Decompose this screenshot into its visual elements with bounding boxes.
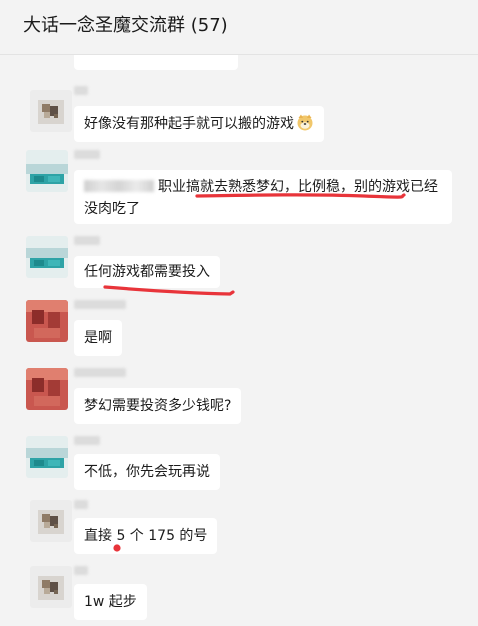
message-text: 1w 起步 [84, 594, 137, 610]
nickname-blurred [74, 236, 100, 245]
message-text: 直接 5 个 175 的号 [84, 528, 208, 544]
group-title: 大话一念圣魔交流群 (57) [23, 15, 228, 36]
chat-header: 大话一念圣魔交流群 (57) [0, 0, 478, 55]
avatar-user-b[interactable] [26, 436, 68, 478]
message-bubble[interactable]: 梦幻需要投资多少钱呢? [74, 388, 242, 424]
message-bubble[interactable]: 职业搞就去熟悉梦幻，比例稳，别的游戏已经没肉吃了 [74, 170, 452, 224]
avatar-user-a[interactable] [30, 90, 72, 132]
message-bubble[interactable]: 1w 起步 [74, 584, 147, 620]
doge-emoji-icon [297, 114, 313, 131]
message-bubble[interactable]: 不低，你先会玩再说 [74, 454, 220, 490]
scrollbar[interactable] [473, 55, 478, 626]
nickname-blurred [74, 300, 126, 309]
nickname-blurred [74, 86, 88, 95]
message-bubble[interactable]: 直接 5 个 175 的号 [74, 518, 218, 554]
mention-blurred [84, 180, 154, 192]
avatar-user-b[interactable] [26, 150, 68, 192]
message-bubble[interactable]: 是啊 [74, 320, 122, 356]
avatar-user-a[interactable] [30, 566, 72, 608]
avatar-user-a[interactable] [30, 500, 72, 542]
nickname-blurred [74, 500, 88, 509]
avatar-user-c[interactable] [26, 300, 68, 342]
nickname-blurred [74, 436, 100, 445]
message-bubble[interactable]: 任何游戏都需要投入 [74, 256, 220, 288]
chat-area: ○○ 中 到 ○ ○ 中 现 的 是 啊 加 好像没有那种起手就可以搬的游戏 职… [0, 0, 478, 626]
nickname-blurred [74, 368, 126, 377]
message-bubble[interactable]: 好像没有那种起手就可以搬的游戏 [74, 106, 324, 142]
avatar-user-c[interactable] [26, 368, 68, 410]
message-text: 好像没有那种起手就可以搬的游戏 [84, 116, 294, 132]
message-text: 不低，你先会玩再说 [84, 464, 210, 480]
nickname-blurred [74, 150, 100, 159]
message-text: 任何游戏都需要投入 [84, 264, 210, 280]
nickname-blurred [74, 566, 88, 575]
message-text: 梦幻需要投资多少钱呢? [84, 398, 232, 414]
avatar-user-b[interactable] [26, 236, 68, 278]
message-text: 是啊 [84, 330, 112, 346]
